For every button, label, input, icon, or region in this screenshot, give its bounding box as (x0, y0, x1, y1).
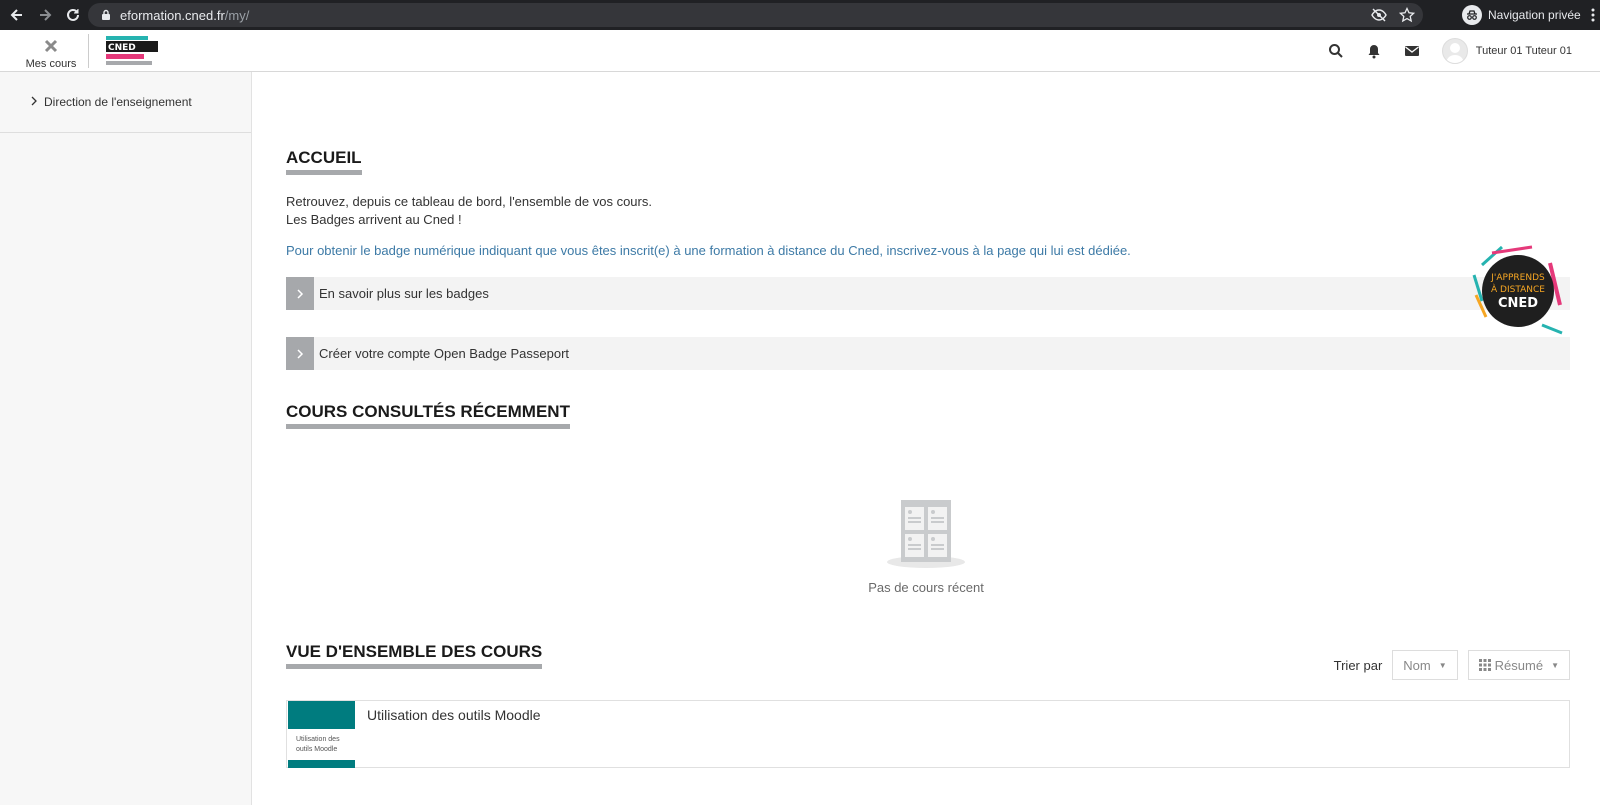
reload-icon[interactable] (62, 4, 84, 26)
mes-cours-label: Mes cours (25, 58, 77, 70)
url-path: /my/ (224, 7, 250, 23)
user-name[interactable]: Tuteur 01 Tuteur 01 (1476, 45, 1572, 57)
collapsible-label: En savoir plus sur les badges (319, 286, 489, 301)
collapsible-badges[interactable]: En savoir plus sur les badges (286, 277, 1570, 310)
view-dropdown[interactable]: Résumé ▼ (1467, 650, 1570, 680)
back-icon[interactable] (6, 4, 28, 26)
browser-menu-icon[interactable] (1590, 7, 1596, 28)
forward-icon[interactable] (34, 4, 56, 26)
course-card[interactable]: Utilisation des outils Moodle Utilisatio… (286, 700, 1570, 768)
collapsible-open-badge[interactable]: Créer votre compte Open Badge Passeport (286, 337, 1570, 370)
empty-message: Pas de cours récent (868, 580, 984, 595)
badge-signup-link[interactable]: Pour obtenir le badge numérique indiquan… (286, 243, 1131, 258)
chevron-right-icon (286, 277, 314, 310)
sort-controls: Trier par Nom ▼ Résumé ▼ (1334, 650, 1570, 680)
section-title-overview: VUE D'ENSEMBLE DES COURS (286, 642, 543, 669)
sidebar-item-label: Direction de l'enseignement (44, 95, 192, 109)
star-icon[interactable] (1399, 7, 1415, 23)
caret-down-icon: ▼ (1551, 660, 1559, 670)
address-bar[interactable]: eformation.cned.fr/my/ (88, 3, 1423, 27)
browser-toolbar: eformation.cned.fr/my/ Navigation privée (0, 0, 1600, 30)
mes-cours-toggle[interactable]: Mes cours (22, 34, 80, 72)
course-thumbnail-text: Utilisation des outils Moodle (296, 736, 340, 753)
intro-line-2: Les Badges arrivent au Cned ! (286, 212, 462, 227)
course-title[interactable]: Utilisation des outils Moodle (367, 707, 541, 723)
course-thumbnail[interactable]: Utilisation des outils Moodle (288, 701, 355, 768)
badge-text-3: CNED (1498, 296, 1538, 311)
sidebar-item-direction[interactable]: Direction de l'enseignement (0, 72, 251, 133)
badge-text-1: J'APPRENDS (1490, 273, 1545, 283)
lock-icon (102, 9, 110, 20)
cned-logo[interactable]: CNED (106, 36, 158, 66)
recent-empty-state: Pas de cours récent (846, 500, 1006, 595)
view-value: Résumé (1494, 657, 1544, 673)
chevron-right-icon (286, 337, 314, 370)
intro-line-1: Retrouvez, depuis ce tableau de bord, l'… (286, 194, 652, 209)
badge-text-2: À DISTANCE (1491, 283, 1545, 295)
japprends-a-distance-badge: J'APPRENDS À DISTANCE CNED (1472, 245, 1564, 337)
envelope-icon[interactable] (1404, 43, 1420, 59)
sidebar: Direction de l'enseignement (0, 72, 252, 805)
eye-off-icon[interactable] (1371, 7, 1387, 23)
course-placeholder-icon (887, 500, 965, 568)
private-label: Navigation privée (1488, 8, 1581, 22)
sort-dropdown[interactable]: Nom ▼ (1392, 650, 1458, 680)
grid-icon (1478, 659, 1491, 671)
chevron-right-icon (30, 95, 38, 109)
sort-label: Trier par (1333, 657, 1383, 673)
site-header: Mes cours CNED Tuteur 01 Tuteur 01 (0, 30, 1600, 72)
private-browsing-indicator[interactable]: Navigation privée (1462, 4, 1581, 26)
incognito-icon (1462, 5, 1482, 25)
section-title-recent: COURS CONSULTÉS RÉCEMMENT (286, 402, 570, 429)
collapsible-label: Créer votre compte Open Badge Passeport (319, 346, 570, 361)
caret-down-icon: ▼ (1438, 660, 1447, 670)
avatar[interactable] (1441, 38, 1468, 64)
search-icon[interactable] (1328, 43, 1344, 59)
section-title-accueil: ACCUEIL (286, 148, 362, 175)
header-divider (88, 34, 89, 68)
bell-icon[interactable] (1366, 43, 1382, 59)
sort-value: Nom (1403, 657, 1431, 673)
close-icon (22, 34, 80, 54)
url-host: eformation.cned.fr (120, 7, 225, 23)
svg-text:CNED: CNED (108, 43, 136, 53)
